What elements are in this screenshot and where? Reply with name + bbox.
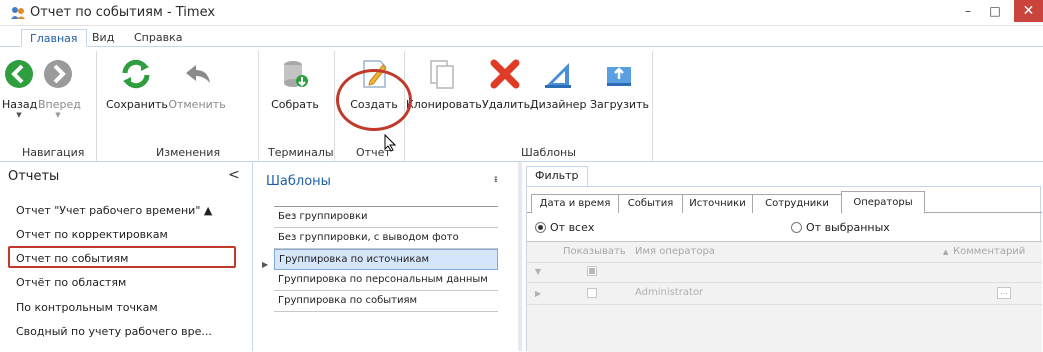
window-title: Отчет по событиям - Timex <box>30 5 216 20</box>
close-button[interactable]: ✕ <box>1014 0 1043 22</box>
cancel-label: Отменить <box>168 98 226 111</box>
database-icon <box>284 61 308 87</box>
templates-title: Шаблоны <box>266 174 331 189</box>
filter-checkbox[interactable] <box>587 266 597 276</box>
report-item-summary[interactable]: Сводный по учету рабочего вре... <box>16 325 212 338</box>
radio-selected-label: От выбранных <box>806 221 890 234</box>
report-item-checkpoints[interactable]: По контрольным точкам <box>16 301 158 314</box>
load-label: Загрузить <box>590 98 649 111</box>
indeterminate-icon <box>589 268 595 274</box>
tab-filter[interactable]: Фильтр <box>526 166 588 186</box>
forward-label: Вперед <box>38 98 81 111</box>
mouse-cursor-icon <box>384 134 396 152</box>
collect-label: Собрать <box>271 98 319 111</box>
template-item[interactable]: Группировка по персональным данным <box>274 270 498 291</box>
radio-checked-icon <box>535 222 546 233</box>
subtab-sources[interactable]: Источники <box>682 194 753 213</box>
templates-panel: Шаблоны ᵻ Без группировки Без группировк… <box>256 162 518 351</box>
ribbon-tabs: Главная Вид Справка <box>0 27 1043 47</box>
divider <box>527 282 1042 283</box>
radio-all-label: От всех <box>550 221 595 234</box>
refresh-icon <box>122 59 150 89</box>
row-pointer-icon: ▶ <box>535 289 542 298</box>
filter-row-icon: ▼ <box>535 267 542 276</box>
subtab-operators[interactable]: Операторы <box>841 191 925 214</box>
load-button[interactable]: Загрузить <box>590 57 649 111</box>
minimize-button[interactable]: – <box>958 4 978 22</box>
designer-label: Дизайнер <box>530 98 587 111</box>
back-button[interactable]: Назад ▼ <box>2 57 38 119</box>
group-terminals: Терминалы <box>268 146 334 159</box>
designer-icon <box>545 63 571 88</box>
forward-arrow-icon <box>44 60 72 88</box>
delete-x-icon <box>490 59 520 89</box>
divider <box>527 262 1042 263</box>
sidebar-title: Отчеты <box>8 169 60 184</box>
column-header-comment[interactable]: Комментарий <box>953 246 1025 257</box>
forward-button[interactable]: Вперед ▼ <box>38 57 81 119</box>
delete-label: Удалить <box>482 98 531 111</box>
template-label: Группировка по источникам <box>279 254 430 265</box>
designer-button[interactable]: Дизайнер <box>530 57 586 111</box>
highlight-circle <box>336 69 412 131</box>
selected-report-highlight <box>8 246 236 268</box>
operator-name: Administrator <box>635 287 704 298</box>
template-item-selected[interactable]: ▶ Группировка по источникам <box>262 249 498 270</box>
separator <box>652 51 653 161</box>
column-header-show[interactable]: Показывать <box>563 246 626 257</box>
title-bar: Отчет по событиям - Timex – □ ✕ <box>0 0 1043 26</box>
filter-subtabs: Дата и время События Источники Сотрудник… <box>527 191 1042 214</box>
operators-grid: Показывать Имя оператора ▲ Комментарий ▼… <box>527 241 1042 352</box>
sort-indicator-icon: ▲ <box>943 248 949 256</box>
cancel-button[interactable]: Отменить <box>166 57 228 111</box>
column-header-operator[interactable]: Имя оператора <box>635 246 715 257</box>
collect-button[interactable]: Собрать <box>268 57 322 111</box>
separator <box>96 51 97 161</box>
tab-main[interactable]: Главная <box>21 29 87 47</box>
maximize-button[interactable]: □ <box>985 4 1005 22</box>
radio-unchecked-icon <box>791 222 802 233</box>
tab-help[interactable]: Справка <box>126 29 190 47</box>
radio-selected[interactable]: От выбранных <box>791 221 890 234</box>
template-item[interactable]: Без группировки <box>274 207 498 228</box>
divider <box>527 304 1042 305</box>
subtab-datetime[interactable]: Дата и время <box>531 194 619 213</box>
pin-icon[interactable]: ᵻ <box>494 174 498 185</box>
undo-icon <box>186 65 210 83</box>
comment-edit-button[interactable]: ... <box>997 287 1011 299</box>
back-label: Назад <box>2 98 38 111</box>
template-item[interactable]: Без группировки, с выводом фото <box>274 228 498 249</box>
report-item-areas[interactable]: Отчёт по областям <box>16 276 126 289</box>
subtab-events[interactable]: События <box>618 194 683 213</box>
ribbon: Назад ▼ Вперед ▼ Сохранить Отменить Собр… <box>0 47 1043 162</box>
delete-button[interactable]: Удалить <box>482 57 531 111</box>
report-item-work-time[interactable]: Отчет "Учет рабочего времени" ▲ <box>16 204 212 217</box>
separator <box>258 51 259 161</box>
separator <box>334 51 335 161</box>
back-arrow-icon <box>5 60 33 88</box>
show-checkbox[interactable] <box>587 288 597 298</box>
copy-icon <box>430 60 454 89</box>
subtab-employees[interactable]: Сотрудники <box>752 194 842 213</box>
templates-list: Без группировки Без группировки, с вывод… <box>262 206 498 318</box>
app-icon <box>11 7 25 19</box>
save-button[interactable]: Сохранить <box>106 57 168 111</box>
collapse-icon[interactable]: < <box>228 167 240 183</box>
group-templates: Шаблоны <box>521 146 576 159</box>
group-navigation: Навигация <box>22 146 85 159</box>
filter-panel: Фильтр Дата и время События Источники Со… <box>522 162 1043 352</box>
row-pointer-icon: ▶ <box>262 260 269 269</box>
clone-button[interactable]: Клонировать <box>406 57 482 111</box>
template-item[interactable]: Группировка по событиям <box>274 291 498 312</box>
filter-body: Дата и время События Источники Сотрудник… <box>526 186 1042 352</box>
clone-label: Клонировать <box>406 98 482 111</box>
radio-all[interactable]: От всех <box>535 221 594 234</box>
group-changes: Изменения <box>156 146 221 159</box>
tab-view[interactable]: Вид <box>84 29 122 47</box>
report-item-corrections[interactable]: Отчет по корректировкам <box>16 228 168 241</box>
save-label: Сохранить <box>106 98 168 111</box>
upload-icon <box>607 67 631 86</box>
